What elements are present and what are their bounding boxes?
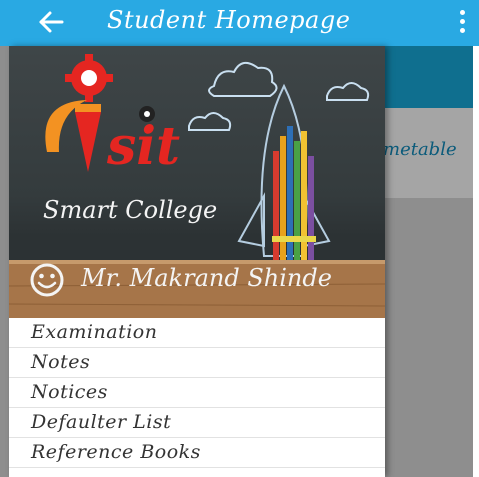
menu-item-label: Defaulter List [31,411,172,433]
smiley-icon [29,262,65,298]
college-logo: sit [45,54,180,177]
user-name: Mr. Makrand Shinde [81,264,332,292]
menu-item-notices[interactable]: Notices [9,378,385,408]
menu-item-label: Examination [31,321,158,343]
menu-item-examination[interactable]: Examination [9,318,385,348]
menu-item-label: Notes [31,351,91,373]
more-vert-icon[interactable] [456,10,468,38]
logo-text: sit [106,116,180,177]
menu-item-notes[interactable]: Notes [9,348,385,378]
menu-item-label: Reference Books [31,441,201,463]
tab-strip [380,46,479,108]
drawer-menu: Examination Notes Notices Defaulter List… [9,318,385,468]
college-tagline: Smart College [43,196,218,224]
menu-item-reference-books[interactable]: Reference Books [9,438,385,468]
back-arrow-icon[interactable] [36,7,66,37]
app-bar: Student Homepage [0,0,479,46]
timetable-card-label: metable [383,139,457,160]
screen-edge [473,46,479,477]
drawer-header: sit Smart College Mr. Makrand Shinde [9,46,385,318]
page-title: Student Homepage [107,6,351,34]
menu-item-label: Notices [31,381,108,403]
navigation-drawer: sit Smart College Mr. Makrand Shinde Exa… [9,46,385,477]
menu-item-defaulter-list[interactable]: Defaulter List [9,408,385,438]
